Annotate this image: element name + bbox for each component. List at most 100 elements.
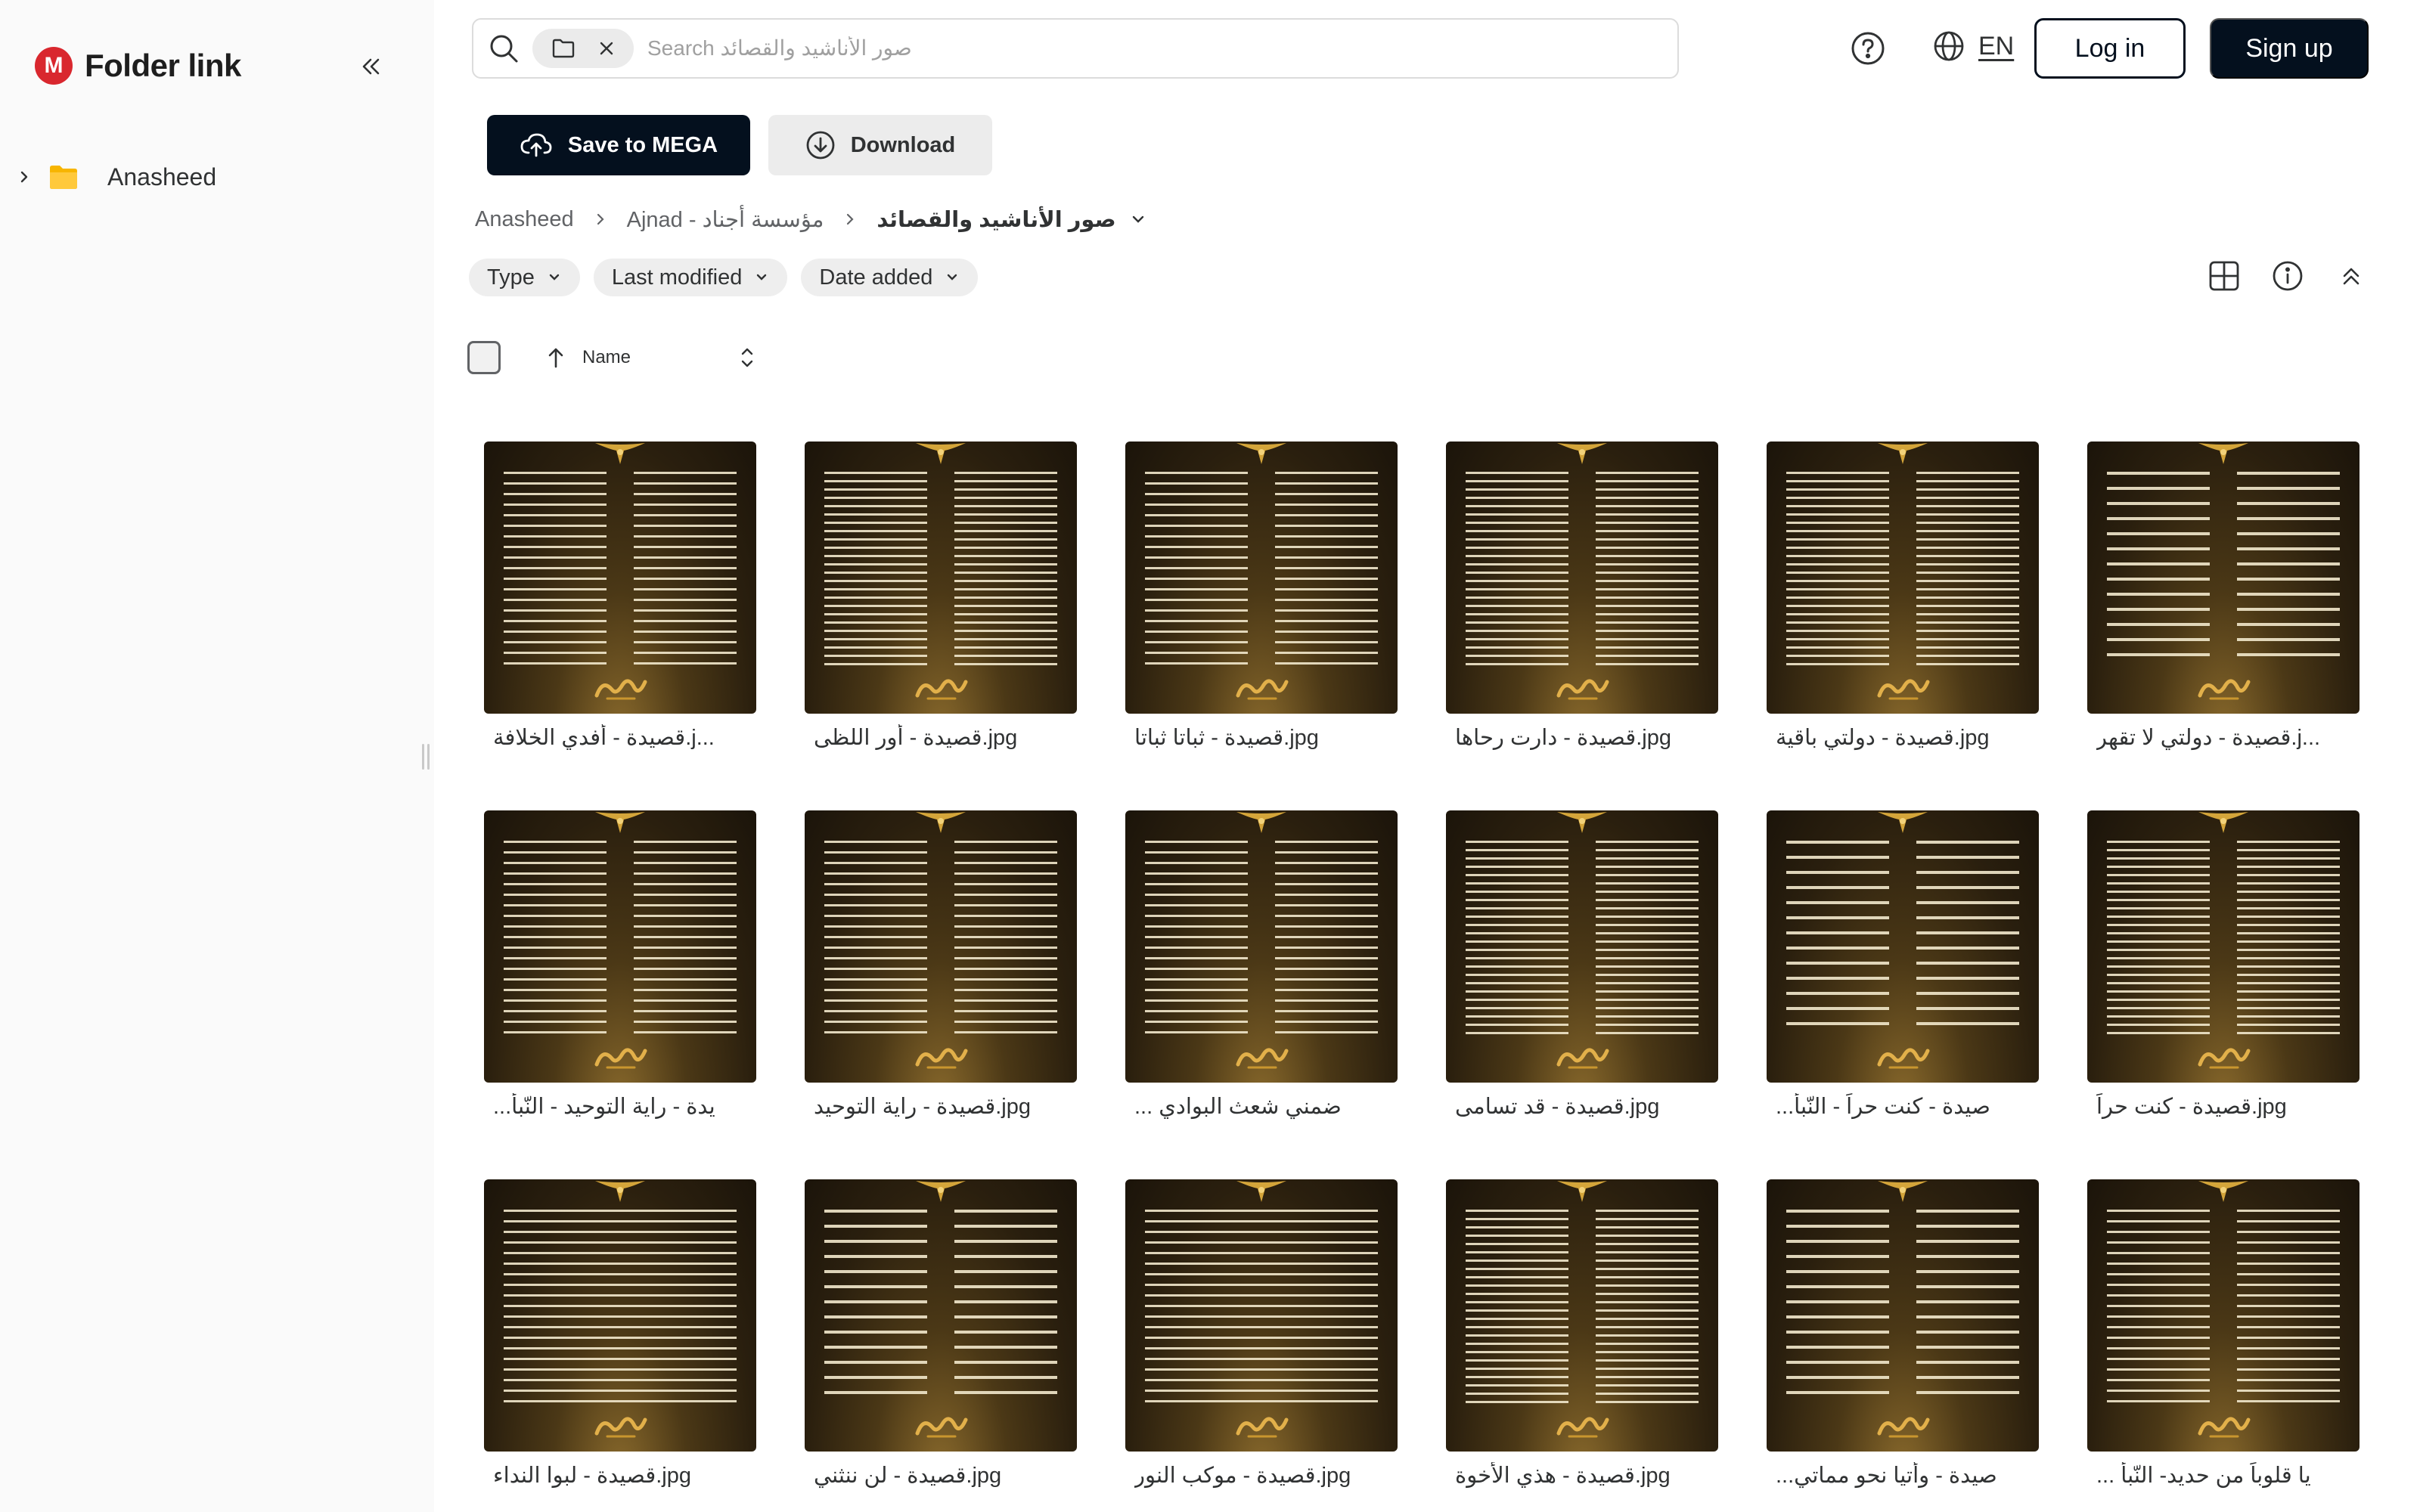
ajnad-logo-icon — [2198, 1417, 2251, 1438]
file-tile[interactable]: قصيدة - راية التوحيد.jpg — [805, 810, 1077, 1119]
filter-label: Date added — [819, 265, 933, 290]
image-thumbnail — [2087, 1179, 2360, 1452]
collapse-sidebar-button[interactable] — [349, 45, 392, 88]
chevron-right-icon — [843, 212, 857, 226]
breadcrumb-item-anasheed[interactable]: Anasheed — [475, 207, 574, 232]
help-button[interactable] — [1848, 29, 1888, 68]
file-tile[interactable]: ...صيدة - وأتيا نحو مماتي — [1767, 1179, 2039, 1488]
image-thumbnail — [484, 1179, 756, 1452]
search-icon — [490, 35, 518, 63]
ornament-icon — [916, 1181, 966, 1202]
sidebar-item-label: Anasheed — [107, 163, 217, 191]
chevron-down-icon — [757, 274, 767, 280]
ajnad-logo-icon — [1556, 679, 1609, 700]
sidebar-resize-handle[interactable] — [420, 744, 431, 770]
image-thumbnail — [805, 1179, 1077, 1452]
file-tile[interactable]: قصيدة - هذي الأخوة.jpg — [1446, 1179, 1718, 1488]
filter-type[interactable]: Type — [469, 259, 580, 296]
sort-toggle-icon[interactable] — [740, 345, 755, 370]
file-name: قصيدة - دولتي لا تقهر.j... — [2096, 726, 2321, 750]
ajnad-logo-icon — [1556, 1417, 1609, 1438]
ornament-icon — [916, 812, 966, 833]
sidebar: M Folder link Anasheed — [0, 0, 434, 1512]
chevron-right-icon[interactable] — [14, 166, 35, 187]
ajnad-logo-icon — [1556, 1048, 1609, 1069]
poem-text-lines — [504, 1210, 737, 1406]
ajnad-logo-icon — [915, 679, 968, 700]
image-thumbnail — [1767, 1179, 2039, 1452]
arrow-up-icon[interactable] — [546, 346, 566, 369]
language-selector[interactable]: EN — [1931, 29, 2014, 64]
save-button-label: Save to MEGA — [567, 132, 718, 157]
image-thumbnail — [1125, 442, 1398, 714]
file-tile[interactable]: قصيدة - كنت حراً.jpg — [2087, 810, 2360, 1119]
login-button[interactable]: Log in — [2034, 18, 2186, 79]
file-name: ... ضمني شعث البوادي — [1134, 1095, 1342, 1119]
poem-text-lines — [1786, 472, 2019, 668]
file-tile[interactable]: قصيدة - موكب النور.jpg — [1125, 1179, 1398, 1488]
poem-text-lines — [824, 472, 1057, 668]
image-thumbnail — [1767, 442, 2039, 714]
logo[interactable]: M Folder link — [35, 47, 241, 85]
filter-label: Type — [487, 265, 535, 290]
image-thumbnail — [484, 442, 756, 714]
breadcrumb: Anasheed Ajnad - مؤسسة أجناد صور الأناشي… — [475, 203, 1146, 236]
filter-last-modified[interactable]: Last modified — [593, 259, 788, 296]
file-tile[interactable]: ...صيدة - كنت حراً - النّبأ — [1767, 810, 2039, 1119]
file-name: قصيدة - ثباتا ثباتا.jpg — [1134, 726, 1319, 750]
breadcrumb-item-ajnad[interactable]: Ajnad - مؤسسة أجناد — [627, 206, 824, 233]
file-tile[interactable]: قصيدة - قد تسامى.jpg — [1446, 810, 1718, 1119]
sidebar-item-anasheed[interactable]: Anasheed — [14, 156, 216, 198]
download-icon — [806, 131, 835, 160]
file-tile[interactable]: قصيدة - لن ننثني.jpg — [805, 1179, 1077, 1488]
language-label: EN — [1978, 31, 2015, 60]
ajnad-logo-icon — [915, 1048, 968, 1069]
list-header: Name — [467, 339, 755, 376]
filter-date-added[interactable]: Date added — [801, 259, 979, 296]
close-icon[interactable] — [597, 39, 616, 57]
file-tile[interactable]: قصيدة - لبوا النداء.jpg — [484, 1179, 756, 1488]
ornament-icon — [1236, 1181, 1286, 1202]
double-chevron-left-icon — [362, 58, 380, 75]
app-root: M Folder link Anasheed EN — [0, 0, 2420, 1512]
file-tile[interactable]: قصيدة - أور اللظى.jpg — [805, 442, 1077, 750]
file-tile[interactable]: قصيدة - دارت رحاها.jpg — [1446, 442, 1718, 750]
grid-view-button[interactable] — [2205, 257, 2243, 295]
file-tile[interactable]: ...يدة - راية التوحيد - النّبأ — [484, 810, 756, 1119]
ajnad-logo-icon — [1877, 679, 1930, 700]
collapse-header-button[interactable] — [2332, 257, 2370, 295]
info-button[interactable] — [2269, 257, 2307, 295]
select-all-checkbox[interactable] — [467, 341, 501, 374]
file-tile[interactable]: قصيدة - ثباتا ثباتا.jpg — [1125, 442, 1398, 750]
ajnad-logo-icon — [2198, 679, 2251, 700]
info-icon — [2273, 261, 2303, 291]
download-button-label: Download — [850, 132, 956, 157]
file-name: قصيدة - دارت رحاها.jpg — [1455, 726, 1671, 750]
poem-text-lines — [1466, 841, 1699, 1037]
file-name: قصيدة - موكب النور.jpg — [1134, 1464, 1351, 1488]
file-tile[interactable]: ... ضمني شعث البوادي — [1125, 810, 1398, 1119]
chevron-down-icon[interactable] — [1130, 211, 1146, 228]
file-tile[interactable]: ... يا قلوباً من حديد- النّبأ — [2087, 1179, 2360, 1488]
poem-text-lines — [1145, 841, 1378, 1037]
file-tile[interactable]: قصيدة - أفدي الخلافة.j... — [484, 442, 756, 750]
download-button[interactable]: Download — [768, 115, 992, 175]
file-tile[interactable]: قصيدة - دولتي باقية.jpg — [1767, 442, 2039, 750]
search-scope-chip[interactable] — [532, 29, 634, 68]
save-to-mega-button[interactable]: Save to MEGA — [487, 115, 750, 175]
view-controls — [2205, 257, 2370, 295]
poem-text-lines — [1145, 1210, 1378, 1406]
name-column-header[interactable]: Name — [582, 347, 631, 368]
file-name: ...صيدة - وأتيا نحو مماتي — [1776, 1464, 1997, 1488]
file-name: ...يدة - راية التوحيد - النّبأ — [493, 1095, 715, 1119]
ornament-icon — [1236, 812, 1286, 833]
search-bar[interactable] — [472, 18, 1679, 79]
signup-button[interactable]: Sign up — [2210, 18, 2369, 79]
poem-text-lines — [1786, 841, 2019, 1037]
search-input[interactable] — [647, 36, 1630, 60]
ajnad-logo-icon — [915, 1417, 968, 1438]
poem-text-lines — [2107, 841, 2340, 1037]
file-tile[interactable]: قصيدة - دولتي لا تقهر.j... — [2087, 442, 2360, 750]
file-name: قصيدة - هذي الأخوة.jpg — [1455, 1464, 1671, 1488]
file-name: قصيدة - قد تسامى.jpg — [1455, 1095, 1660, 1119]
